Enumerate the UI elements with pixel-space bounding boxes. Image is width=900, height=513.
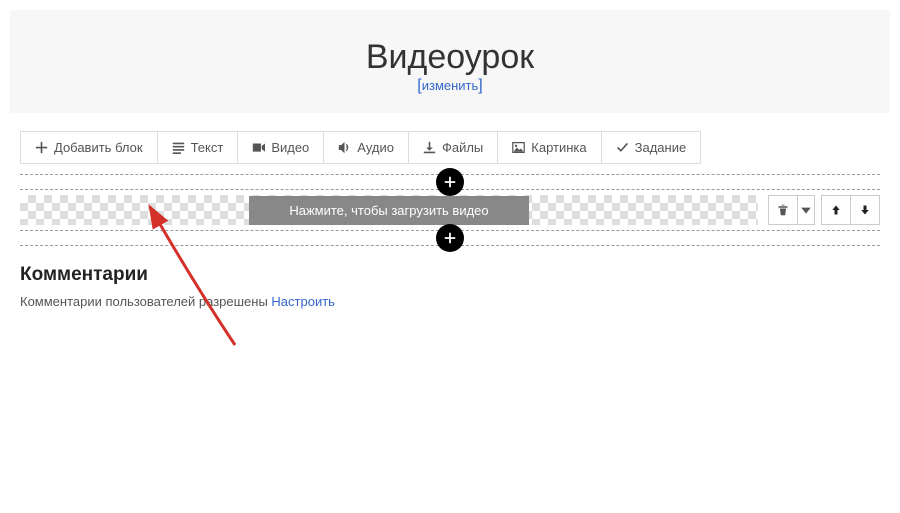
arrow-up-icon xyxy=(830,204,842,216)
text-label: Текст xyxy=(191,140,224,155)
add-block-label: Добавить блок xyxy=(54,140,143,155)
upload-video-button[interactable]: Нажмите, чтобы загрузить видео xyxy=(249,196,528,225)
video-label: Видео xyxy=(271,140,309,155)
configure-link[interactable]: Настроить xyxy=(271,294,335,309)
video-button[interactable]: Видео xyxy=(237,131,324,164)
move-down-button[interactable] xyxy=(850,195,880,225)
files-label: Файлы xyxy=(442,140,483,155)
comments-heading: Комментарии xyxy=(20,264,880,286)
task-button[interactable]: Задание xyxy=(601,131,702,164)
edit-link[interactable]: изменить xyxy=(422,78,479,93)
caret-down-icon xyxy=(800,204,812,216)
delete-button[interactable] xyxy=(768,195,798,225)
insert-divider-bottom xyxy=(20,230,880,246)
text-button[interactable]: Текст xyxy=(157,131,239,164)
comments-section: Комментарии Комментарии пользователей ра… xyxy=(20,264,880,309)
files-button[interactable]: Файлы xyxy=(408,131,498,164)
block-actions xyxy=(768,195,880,225)
check-icon xyxy=(616,141,629,154)
plus-icon xyxy=(35,141,48,154)
delete-dropdown-button[interactable] xyxy=(797,195,815,225)
comments-status: Комментарии пользователей разрешены xyxy=(20,294,271,309)
edit-link-wrapper: [изменить] xyxy=(417,77,482,94)
insert-below-button[interactable] xyxy=(436,224,464,252)
trash-icon xyxy=(777,204,789,216)
video-drop-area: Нажмите, чтобы загрузить видео xyxy=(20,195,758,225)
delete-group xyxy=(768,195,815,225)
image-label: Картинка xyxy=(531,140,586,155)
header-panel: Видеоурок [изменить] xyxy=(10,10,890,113)
plus-icon xyxy=(443,175,457,189)
toolbar: Добавить блок Текст Видео Аудио Файлы Ка… xyxy=(20,131,880,164)
arrow-down-icon xyxy=(859,204,871,216)
insert-above-button[interactable] xyxy=(436,168,464,196)
audio-label: Аудио xyxy=(357,140,394,155)
video-icon xyxy=(252,141,265,154)
add-block-button[interactable]: Добавить блок xyxy=(20,131,158,164)
page-title: Видеоурок xyxy=(10,38,890,77)
text-icon xyxy=(172,141,185,154)
comments-status-line: Комментарии пользователей разрешены Наст… xyxy=(20,294,880,309)
image-icon xyxy=(512,141,525,154)
audio-button[interactable]: Аудио xyxy=(323,131,409,164)
task-label: Задание xyxy=(635,140,687,155)
insert-divider-top xyxy=(20,174,880,190)
download-icon xyxy=(423,141,436,154)
move-up-button[interactable] xyxy=(821,195,851,225)
image-button[interactable]: Картинка xyxy=(497,131,601,164)
plus-icon xyxy=(443,231,457,245)
audio-icon xyxy=(338,141,351,154)
reorder-group xyxy=(821,195,880,225)
